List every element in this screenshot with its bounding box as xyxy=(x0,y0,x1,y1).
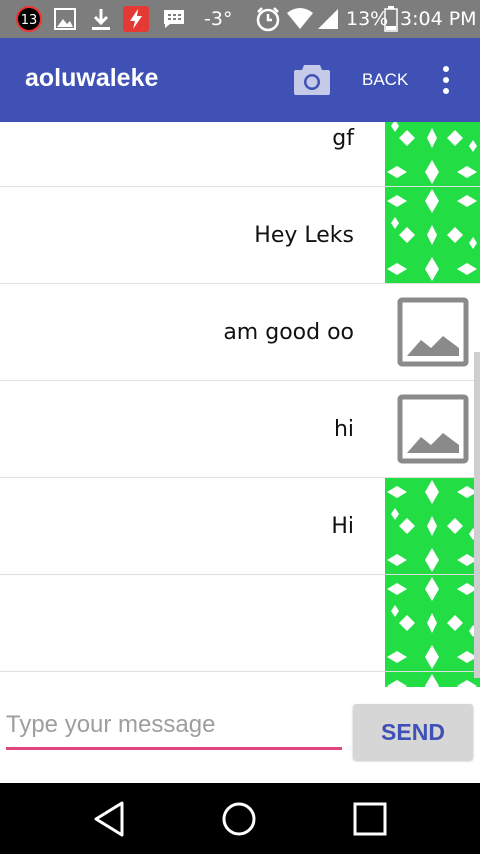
scrollbar[interactable] xyxy=(474,352,480,678)
nav-home-icon xyxy=(222,802,256,836)
overflow-dot-icon xyxy=(443,77,449,83)
message-row[interactable]: Hey Leks xyxy=(0,187,480,284)
battery-percent: 13% xyxy=(346,8,389,30)
cell-signal-icon xyxy=(316,6,340,32)
message-text: hi xyxy=(333,416,354,442)
overflow-dot-icon xyxy=(443,88,449,94)
image-placeholder-icon xyxy=(385,381,480,477)
notification-count-text: 13 xyxy=(21,13,38,28)
image-placeholder-icon xyxy=(385,284,480,380)
message-row[interactable] xyxy=(0,672,480,687)
status-bar: 13 -3° 13% 3:04 PM xyxy=(0,0,480,38)
message-text: gf xyxy=(332,125,354,151)
nav-back-icon xyxy=(94,801,124,837)
download-icon xyxy=(90,6,112,32)
chat-icon xyxy=(162,6,186,32)
sender-avatar-pattern xyxy=(385,187,480,283)
system-nav-bar xyxy=(0,783,480,854)
gallery-icon xyxy=(54,6,76,32)
nav-recents-button[interactable] xyxy=(345,797,395,841)
back-button[interactable]: BACK xyxy=(362,70,408,90)
clock: 3:04 PM xyxy=(400,8,477,30)
alarm-icon xyxy=(255,6,281,32)
nav-home-button[interactable] xyxy=(214,797,264,841)
conversation-title: aoluwaleke xyxy=(25,64,159,92)
message-row[interactable]: am good oo xyxy=(0,284,480,381)
message-row[interactable] xyxy=(0,575,480,672)
message-row[interactable]: gf xyxy=(0,122,480,187)
app-bar: aoluwaleke BACK xyxy=(0,38,480,122)
camera-button[interactable] xyxy=(292,62,332,98)
message-row[interactable]: Hi xyxy=(0,478,480,575)
wifi-icon xyxy=(286,6,314,32)
overflow-dot-icon xyxy=(443,66,449,72)
flash-app-icon xyxy=(123,6,149,32)
notification-count-icon: 13 xyxy=(16,6,42,32)
sender-avatar-pattern xyxy=(385,575,480,671)
nav-back-button[interactable] xyxy=(84,797,134,841)
message-composer: SEND xyxy=(0,687,480,783)
battery-icon xyxy=(384,6,398,32)
signal-label: -3° xyxy=(204,8,233,30)
sender-avatar-pattern xyxy=(385,478,480,574)
message-text: Hey Leks xyxy=(254,222,354,248)
nav-recents-icon xyxy=(353,802,387,836)
message-row[interactable]: hi xyxy=(0,381,480,478)
sender-avatar-pattern xyxy=(385,672,480,687)
sender-avatar-pattern xyxy=(385,122,480,186)
overflow-menu-button[interactable] xyxy=(436,64,456,96)
camera-icon xyxy=(294,65,330,95)
message-input[interactable] xyxy=(6,703,342,750)
message-text: am good oo xyxy=(223,319,354,345)
send-button[interactable]: SEND xyxy=(353,704,473,760)
message-list[interactable]: gf Hey Leks am good oo hi Hi xyxy=(0,122,480,687)
message-text: Hi xyxy=(331,513,354,539)
